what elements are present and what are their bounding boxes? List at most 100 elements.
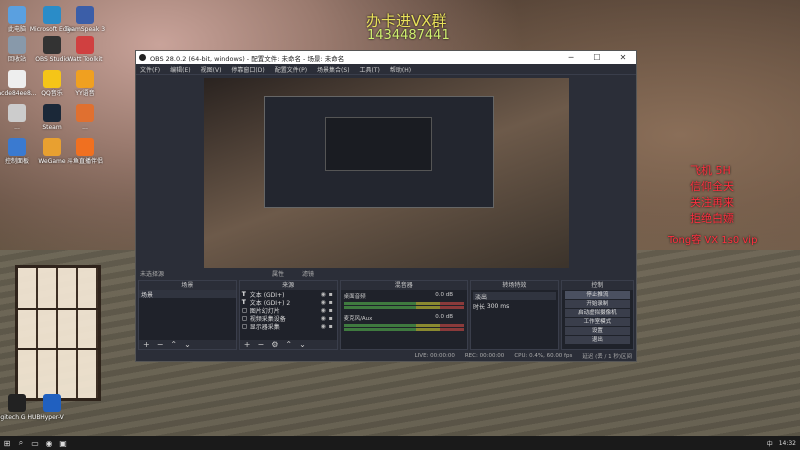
scenes-dock: 场景 场景 + − ⌃ ⌄ (138, 280, 237, 350)
sources-list: T 文本 (GDI+) ◉ ▪ T 文本 (GDI+) 2 ◉ ▪ ▢ 图片幻灯片 ◉ ▪ ▢ 视频采集设… (240, 290, 337, 331)
visibility-icon[interactable]: ◉ (321, 307, 329, 314)
desktop-icon[interactable]: Microsoft Edge (30, 6, 74, 33)
app-icon (43, 138, 61, 156)
clock[interactable]: 14:32 (779, 440, 796, 447)
taskbar-item[interactable]: ⊞ (0, 436, 14, 450)
close-icon[interactable]: ✕ (610, 51, 636, 64)
mixer-channel-desktop[interactable]: 桌面音频 0.0 dB (341, 290, 467, 312)
obs-titlebar[interactable]: OBS 28.0.2 (64-bit, windows) - 配置文件: 未命名… (136, 51, 636, 64)
add-scene-icon[interactable]: + (143, 340, 150, 349)
transition-duration[interactable]: 时长 300 ms (471, 302, 558, 311)
control-button[interactable]: 设置 (564, 327, 630, 335)
minimize-icon[interactable]: ─ (558, 51, 584, 64)
desktop-icon[interactable]: 回收站 (0, 36, 34, 63)
transitions-header: 转场特效 (470, 281, 558, 290)
menu-item[interactable]: 工具(T) (360, 65, 380, 74)
lock-icon[interactable]: ▪ (329, 323, 337, 330)
source-name: 显示器采集 (249, 323, 280, 331)
menu-item[interactable]: 停靠窗口(D) (231, 65, 264, 74)
overlay-right-line-1: 信仰全天 (690, 180, 734, 193)
scene-item[interactable]: 场景 (139, 290, 236, 299)
obs-window[interactable]: OBS 28.0.2 (64-bit, windows) - 配置文件: 未命名… (135, 50, 637, 362)
control-button[interactable]: 开始录制 (564, 300, 630, 308)
source-type-icon: T (241, 298, 246, 306)
visibility-icon[interactable]: ◉ (321, 315, 329, 322)
app-icon (8, 36, 26, 54)
move-up-icon[interactable]: ⌃ (170, 340, 177, 349)
visibility-icon[interactable]: ◉ (321, 291, 329, 298)
desktop-icon[interactable]: WeGame (35, 138, 69, 165)
desktop-icon[interactable]: 斗鱼直播伴侣 (67, 138, 103, 165)
menu-item[interactable]: 场景集合(S) (317, 65, 350, 74)
maximize-icon[interactable]: ☐ (584, 51, 610, 64)
visibility-icon[interactable]: ◉ (321, 323, 329, 330)
properties-button[interactable]: 属性 (272, 269, 284, 278)
mixer-header: 混音器 (340, 281, 467, 290)
desktop-icon[interactable]: ... (0, 104, 34, 131)
transition-select[interactable]: 淡出 (472, 292, 556, 301)
lock-icon[interactable]: ▪ (329, 307, 337, 314)
move-up-icon[interactable]: ⌃ (285, 340, 292, 349)
move-down-icon[interactable]: ⌄ (184, 340, 191, 349)
ime-indicator[interactable]: 中 (767, 439, 773, 448)
remove-source-icon[interactable]: − (257, 340, 264, 349)
desktop-icon[interactable]: Steam (35, 104, 69, 131)
app-icon (76, 104, 94, 122)
taskbar-item[interactable]: ▣ (56, 436, 70, 450)
add-source-icon[interactable]: + (244, 340, 251, 349)
lock-icon[interactable]: ▪ (329, 299, 337, 306)
desktop-icon[interactable]: Watt Toolkit (68, 36, 103, 63)
app-icon (43, 6, 61, 24)
taskbar: ⊞ ⌕ ▭ ◉ ▣ 中 14:32 (0, 436, 800, 450)
overlay-right-line-0: 飞机 5H (690, 164, 731, 177)
wallpaper-lantern (15, 265, 101, 401)
taskbar-item[interactable]: ⌕ (14, 436, 28, 450)
desktop-icon[interactable]: OBS Studio (35, 36, 69, 63)
menu-item[interactable]: 文件(F) (140, 65, 160, 74)
volume-meter (343, 324, 464, 327)
channel-name: 麦克风/Aux (343, 316, 373, 322)
desktop-icon[interactable]: acde84ee8... (0, 70, 37, 97)
overlay-right-vx: Tong客 VX 1s0 vip (668, 235, 758, 246)
menu-item[interactable]: 配置文件(P) (275, 65, 307, 74)
desktop-icon[interactable]: YY语音 (68, 70, 102, 97)
control-button[interactable]: 工作室模式 (564, 318, 630, 326)
desktop-icon[interactable]: QQ音乐 (35, 70, 69, 97)
menu-item[interactable]: 视图(V) (201, 65, 222, 74)
desktop-icon[interactable]: TeamSpeak 3 (64, 6, 106, 33)
desktop-icon[interactable]: Logitech G HUB (0, 394, 41, 421)
menu-item[interactable]: 编辑(E) (170, 65, 190, 74)
desktop-icon-label: WeGame (38, 158, 66, 165)
lock-icon[interactable]: ▪ (329, 315, 337, 322)
control-button[interactable]: 退出 (564, 336, 630, 344)
mixer-channel-mic[interactable]: 麦克风/Aux 0.0 dB (341, 312, 467, 334)
obs-preview[interactable] (204, 78, 569, 268)
desktop-icon[interactable]: 控制面板 (0, 138, 34, 165)
system-tray: 中 14:32 (767, 436, 796, 450)
filters-button[interactable]: 滤镜 (302, 269, 314, 278)
menu-item[interactable]: 帮助(H) (390, 65, 411, 74)
remove-scene-icon[interactable]: − (157, 340, 164, 349)
visibility-icon[interactable]: ◉ (321, 299, 329, 306)
preview-content (204, 78, 569, 268)
taskbar-item[interactable]: ▭ (28, 436, 42, 450)
source-item[interactable]: ▢ 显示器采集 ◉ ▪ (240, 322, 337, 331)
desktop-icon-label: Steam (42, 124, 62, 131)
status-text: CPU: 0.4%, 60.00 fps (514, 352, 573, 359)
preview-nested-obs-inner (325, 117, 432, 171)
taskbar-item[interactable]: ◉ (42, 436, 56, 450)
desktop-icon[interactable]: Hyper-V (35, 394, 69, 421)
desktop-icon-label: TeamSpeak 3 (64, 26, 106, 33)
move-down-icon[interactable]: ⌄ (299, 340, 306, 349)
overlay-top-number: 1434487441 (367, 28, 450, 43)
app-icon (8, 70, 26, 88)
status-text: REC: 00:00:00 (464, 352, 505, 359)
lock-icon[interactable]: ▪ (329, 291, 337, 298)
desktop-icon[interactable]: ... (68, 104, 102, 131)
scenes-header: 场景 (139, 281, 236, 290)
source-settings-icon[interactable]: ⚙ (271, 340, 278, 349)
desktop-icon-label: Hyper-V (40, 414, 64, 421)
control-button[interactable]: 停止推流 (564, 291, 630, 299)
controls-dock: 控制 停止推流 开始录制 启动虚拟摄像机 工作室模式 设置 退出 (560, 280, 634, 350)
control-button[interactable]: 启动虚拟摄像机 (564, 309, 630, 317)
